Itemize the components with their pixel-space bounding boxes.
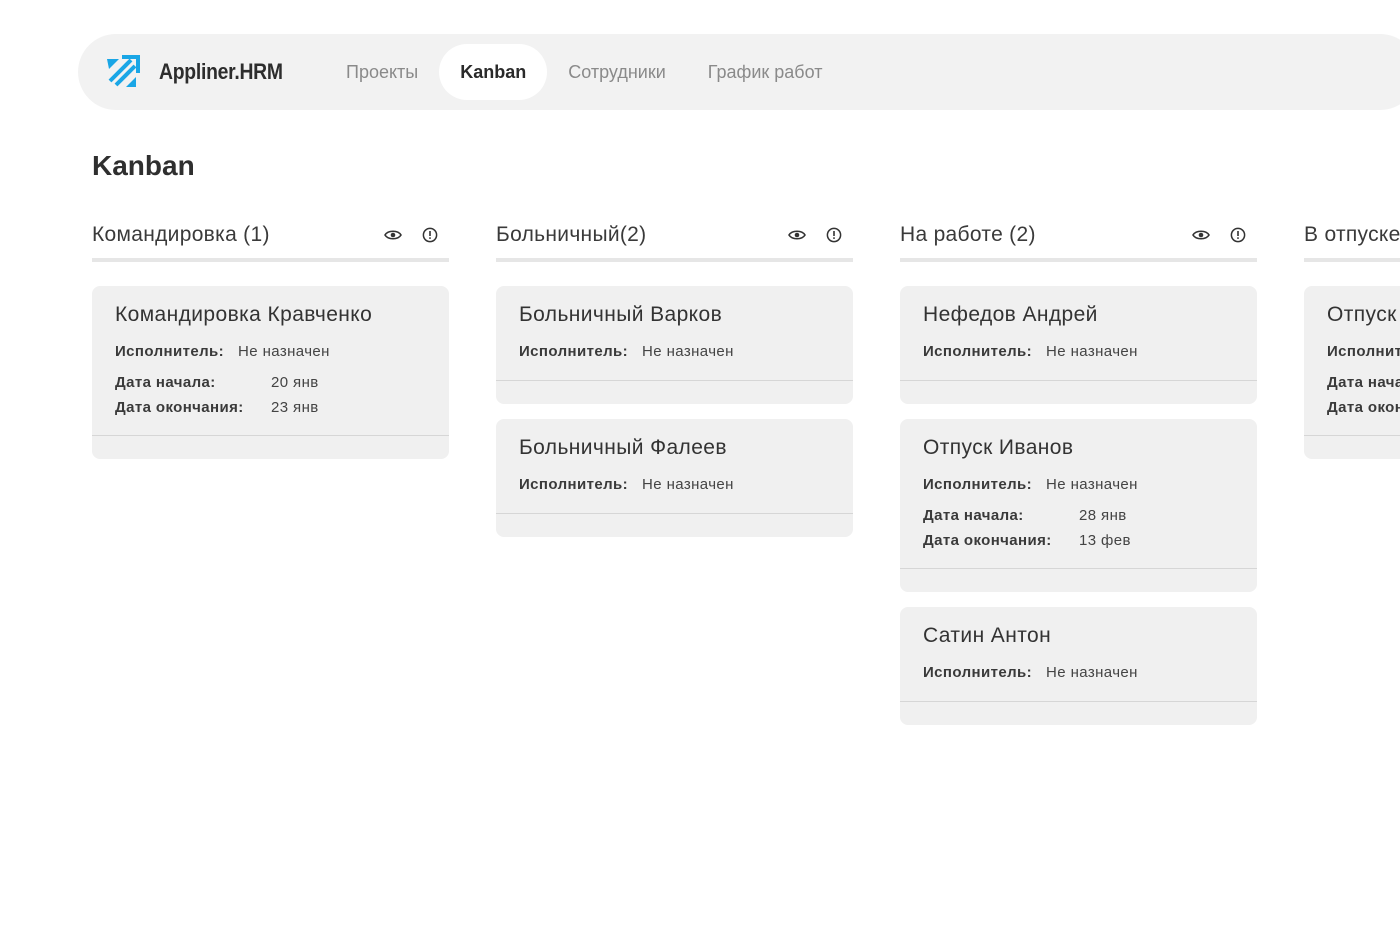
start-date-label: Дата начала: [115,374,216,391]
assignee-label: Исполнитель: [519,476,629,493]
end-date-label: Дата окончания: [923,532,1052,549]
card-title: Нефедов Андрей [923,303,1098,326]
assignee-value: Не назначен [238,343,330,360]
logo-text: Appliner.HRM [159,59,283,84]
page-title: Kanban [92,150,195,181]
eye-icon[interactable] [384,226,402,244]
start-date-label: Дата начала: [923,507,1024,524]
card-title: Больничный Фалеев [519,436,727,459]
info-icon[interactable] [421,226,439,244]
card-footer [900,701,1257,725]
eye-icon[interactable] [788,226,806,244]
assignee-value: Не назначен [1046,476,1138,493]
end-date-label: Дата окончания: [115,399,244,416]
column-header: Больничный(2) [496,212,853,262]
column-header: Командировка (1) [92,212,449,262]
card-title: Отпуск Иванов [923,436,1074,459]
assignee-label: Исполнитель: [1327,343,1400,360]
column-header: В отпуске [1304,212,1400,262]
assignee-label: Исполнитель: [923,664,1033,681]
card-title: Командировка Кравченко [115,303,373,326]
assignee-label: Исполнитель: [519,343,629,360]
logo-arrow-icon [104,51,142,94]
kanban-card[interactable]: Сатин Антон Исполнитель: Не назначен [900,607,1257,725]
end-date-label: Дата окончания: [1327,399,1400,416]
kanban-column-at-work: На работе (2) Нефедов Андрей Исполнитель… [900,212,1257,740]
column-header: На работе (2) [900,212,1257,262]
assignee-label: Исполнитель: [923,476,1033,493]
nav-projects[interactable]: Проекты [325,44,439,100]
top-navbar: Appliner.HRM Проекты Kanban Сотрудники Г… [78,34,1400,110]
column-title: Больничный(2) [496,223,647,246]
assignee-value: Не назначен [1046,664,1138,681]
kanban-column-business-trip: Командировка (1) Командировка Кравченко … [92,212,449,474]
end-date-value: 13 фев [1079,532,1131,549]
info-icon[interactable] [825,226,843,244]
card-title: Отпуск [1327,303,1397,326]
assignee-label: Исполнитель: [923,343,1033,360]
kanban-column-vacation: В отпуске Отпуск Исполнитель: Дата начал… [1304,212,1400,474]
card-footer [900,380,1257,404]
assignee-value: Не назначен [1046,343,1138,360]
logo[interactable]: Appliner.HRM [104,51,291,94]
column-title: В отпуске [1304,223,1400,246]
start-date-label: Дата начала: [1327,374,1400,391]
assignee-label: Исполнитель: [115,343,225,360]
card-footer [1304,435,1400,459]
card-title: Сатин Антон [923,624,1052,647]
start-date-value: 28 янв [1079,507,1127,524]
kanban-card[interactable]: Нефедов Андрей Исполнитель: Не назначен [900,286,1257,404]
info-icon[interactable] [1229,226,1247,244]
kanban-card[interactable]: Отпуск Иванов Исполнитель: Не назначен Да… [900,419,1257,592]
assignee-value: Не назначен [642,343,734,360]
card-footer [496,380,853,404]
card-footer [900,568,1257,592]
kanban-card[interactable]: Командировка Кравченко Исполнитель: Не на… [92,286,449,459]
eye-icon[interactable] [1192,226,1210,244]
kanban-card[interactable]: Больничный Варков Исполнитель: Не назначе… [496,286,853,404]
nav-kanban[interactable]: Kanban [439,44,548,100]
nav-employees[interactable]: Сотрудники [547,44,687,100]
start-date-value: 20 янв [271,374,319,391]
card-footer [92,435,449,459]
end-date-value: 23 янв [271,399,319,416]
column-title: На работе (2) [900,223,1036,246]
card-title: Больничный Варков [519,303,723,326]
kanban-card[interactable]: Отпуск Исполнитель: Дата начала: Дата ок… [1304,286,1400,459]
kanban-column-sick-leave: Больничный(2) Больничный Варков Исполнит… [496,212,853,552]
assignee-value: Не назначен [642,476,734,493]
column-title: Командировка (1) [92,223,270,246]
nav-schedule[interactable]: График работ [687,44,844,100]
kanban-card[interactable]: Больничный Фалеев Исполнитель: Не назначе… [496,419,853,537]
card-footer [496,513,853,537]
